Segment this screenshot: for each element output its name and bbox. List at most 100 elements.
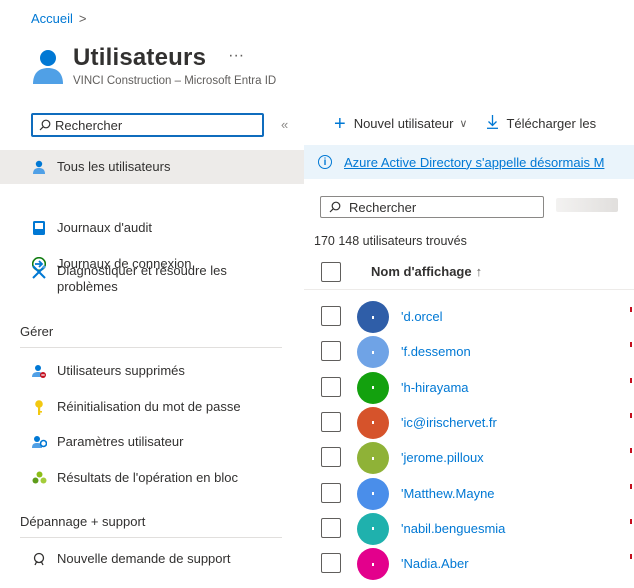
download-icon bbox=[487, 115, 499, 132]
table-row[interactable]: 'Nadia.Aber bbox=[304, 544, 634, 581]
breadcrumb-separator: > bbox=[78, 11, 87, 26]
sidebar-item-bulk-results[interactable]: Résultats de l'opération en bloc bbox=[0, 470, 304, 486]
row-checkbox[interactable] bbox=[321, 553, 341, 574]
table-row[interactable]: 'jerome.pilloux bbox=[304, 438, 634, 475]
key-icon bbox=[31, 399, 47, 415]
sidebar-item-label: Nouvelle demande de support bbox=[57, 551, 231, 566]
breadcrumb-home-link[interactable]: Accueil bbox=[31, 11, 73, 26]
users-icon bbox=[31, 159, 47, 175]
users-search-box[interactable] bbox=[320, 196, 544, 218]
row-overflow-marker bbox=[630, 554, 632, 560]
sidebar-item-all-users[interactable]: Tous les utilisateurs bbox=[0, 150, 304, 184]
support-icon bbox=[31, 551, 47, 567]
sidebar-item-label: Diagnostiquer et résoudre les problèmes bbox=[57, 263, 227, 295]
new-user-button[interactable]: Nouvel utilisateur bbox=[354, 116, 454, 131]
table-row[interactable]: 'ic@irischervet.fr bbox=[304, 403, 634, 439]
user-display-name-link[interactable]: 'f.dessemon bbox=[401, 344, 471, 359]
page-title: Utilisateurs bbox=[73, 44, 207, 71]
avatar-initial-dot bbox=[372, 421, 374, 425]
user-display-name-link[interactable]: 'Matthew.Mayne bbox=[401, 486, 495, 501]
row-overflow-marker bbox=[630, 412, 632, 418]
chevron-down-icon[interactable]: ∨ bbox=[459, 117, 467, 130]
avatar-initial-dot bbox=[372, 562, 374, 566]
users-header-icon bbox=[33, 50, 63, 84]
row-checkbox[interactable] bbox=[321, 306, 341, 326]
column-header-display-name[interactable]: Nom d'affichage ↑ bbox=[371, 264, 482, 279]
row-overflow-marker bbox=[630, 448, 632, 454]
row-checkbox[interactable] bbox=[321, 482, 341, 503]
table-row[interactable]: 'Matthew.Mayne bbox=[304, 474, 634, 510]
table-row[interactable]: 'nabil.benguesmia bbox=[304, 509, 634, 545]
user-settings-icon bbox=[31, 434, 47, 450]
avatar bbox=[357, 371, 389, 404]
download-users-button[interactable]: Télécharger les bbox=[506, 116, 596, 131]
sidebar-item-audit-logs[interactable]: Journaux d'audit bbox=[0, 220, 304, 236]
avatar bbox=[357, 301, 389, 333]
table-row[interactable]: 'f.dessemon bbox=[304, 332, 634, 369]
sort-arrow-icon: ↑ bbox=[475, 264, 483, 279]
info-banner: i Azure Active Directory s'appelle désor… bbox=[304, 145, 634, 179]
avatar-initial-dot bbox=[372, 492, 374, 495]
row-overflow-marker bbox=[630, 483, 632, 489]
row-overflow-marker bbox=[630, 518, 632, 524]
row-checkbox[interactable] bbox=[321, 341, 341, 362]
user-display-name-link[interactable]: 'jerome.pilloux bbox=[401, 450, 484, 465]
row-overflow-marker bbox=[630, 307, 632, 312]
table-row[interactable]: 'h-hirayama bbox=[304, 368, 634, 404]
row-checkbox[interactable] bbox=[321, 411, 341, 432]
avatar-initial-dot bbox=[372, 350, 374, 354]
wrench-icon bbox=[31, 264, 47, 280]
user-display-name-link[interactable]: 'Nadia.Aber bbox=[401, 556, 469, 571]
section-divider bbox=[20, 347, 282, 348]
search-icon bbox=[329, 201, 341, 213]
sidebar-item-label: Paramètres utilisateur bbox=[57, 434, 184, 449]
sidebar-item-new-support-request[interactable]: Nouvelle demande de support bbox=[0, 551, 304, 567]
avatar bbox=[357, 406, 389, 439]
banner-link[interactable]: Azure Active Directory s'appelle désorma… bbox=[344, 155, 604, 170]
sidebar-item-label: Réinitialisation du mot de passe bbox=[57, 399, 241, 414]
more-options-button[interactable]: ··· bbox=[228, 47, 244, 65]
sidebar-search-input[interactable] bbox=[55, 117, 235, 133]
user-display-name-link[interactable]: 'h-hirayama bbox=[401, 380, 469, 395]
table-header: Nom d'affichage ↑ bbox=[304, 254, 634, 290]
select-all-checkbox[interactable] bbox=[321, 262, 341, 282]
breadcrumb: Accueil > bbox=[31, 11, 87, 26]
user-display-name-link[interactable]: 'nabil.benguesmia bbox=[401, 521, 505, 536]
section-divider bbox=[20, 537, 282, 538]
row-checkbox[interactable] bbox=[321, 517, 341, 538]
table-row[interactable]: 'd.orcel bbox=[304, 297, 634, 333]
search-icon bbox=[39, 119, 51, 131]
avatar-initial-dot bbox=[372, 527, 374, 531]
user-display-name-link[interactable]: 'd.orcel bbox=[401, 309, 443, 324]
sidebar-item-label-line1: Diagnostiquer et résoudre les bbox=[57, 263, 227, 278]
row-checkbox[interactable] bbox=[321, 447, 341, 468]
avatar bbox=[357, 336, 389, 369]
avatar bbox=[357, 477, 389, 510]
main-content: + Nouvel utilisateur ∨ Télécharger les i… bbox=[304, 108, 634, 588]
avatar-initial-dot bbox=[372, 315, 374, 319]
avatar bbox=[357, 442, 389, 475]
sidebar-item-user-settings[interactable]: Paramètres utilisateur bbox=[0, 434, 304, 450]
toolbar: + Nouvel utilisateur ∨ Télécharger les bbox=[334, 114, 596, 134]
deleted-user-icon bbox=[31, 363, 47, 379]
filter-placeholder[interactable] bbox=[556, 198, 618, 212]
row-overflow-marker bbox=[630, 377, 632, 383]
info-icon: i bbox=[318, 155, 332, 169]
sidebar-item-deleted-users[interactable]: Utilisateurs supprimés bbox=[0, 363, 304, 379]
avatar-initial-dot bbox=[372, 456, 374, 460]
bulk-results-icon bbox=[31, 470, 47, 486]
sidebar-item-label-line2: problèmes bbox=[57, 279, 118, 294]
sidebar-search-box[interactable] bbox=[31, 113, 264, 137]
user-display-name-link[interactable]: 'ic@irischervet.fr bbox=[401, 415, 497, 430]
sidebar-item-label: Résultats de l'opération en bloc bbox=[57, 470, 238, 485]
result-count: 170 148 utilisateurs trouvés bbox=[314, 234, 467, 248]
collapse-sidebar-button[interactable]: « bbox=[281, 117, 288, 132]
avatar bbox=[357, 548, 389, 581]
page-header: Utilisateurs ··· VINCI Construction – Mi… bbox=[31, 44, 276, 87]
sidebar-item-diagnose-solve[interactable]: Diagnostiquer et résoudre les problèmes bbox=[0, 263, 304, 303]
users-search-input[interactable] bbox=[349, 199, 529, 215]
sidebar-item-password-reset[interactable]: Réinitialisation du mot de passe bbox=[0, 399, 304, 415]
row-checkbox[interactable] bbox=[321, 376, 341, 397]
sidebar: « Tous les utilisateurs Journaux d'audit… bbox=[0, 108, 304, 588]
sidebar-item-label: Tous les utilisateurs bbox=[57, 159, 171, 174]
